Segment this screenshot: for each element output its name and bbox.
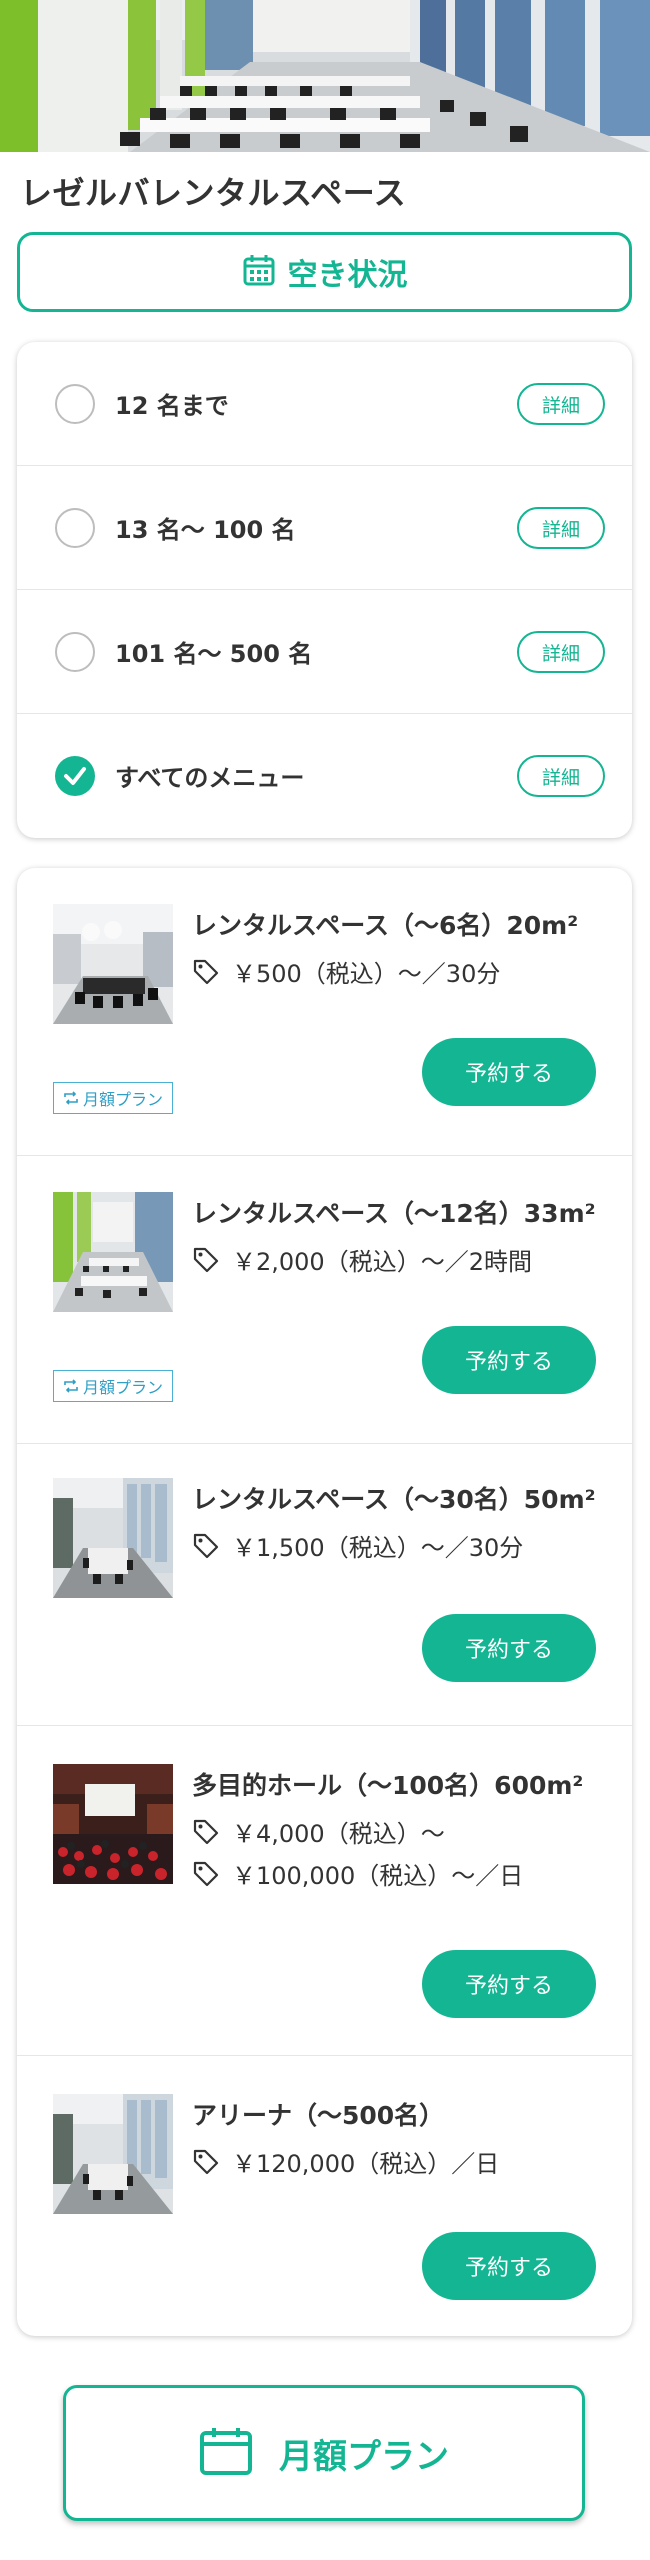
- availability-button[interactable]: 空き状況: [17, 232, 632, 312]
- price-tag-icon: [193, 1861, 219, 1886]
- check-icon: [64, 767, 86, 785]
- radio-button[interactable]: [55, 508, 95, 548]
- price-tag-icon: [193, 2149, 219, 2174]
- price-text: ￥4,000（税込）～: [232, 1820, 445, 1848]
- monthly-plan-tag: 月額プラン: [53, 1082, 173, 1114]
- menu-item-photo: [53, 904, 173, 1024]
- menu-item-title: レンタルスペース（～30名）50m²: [192, 1485, 596, 1514]
- price-tag-icon: [193, 1819, 219, 1844]
- calendar-icon: [242, 253, 276, 291]
- price-line: ￥500（税込）～／30分: [192, 954, 500, 989]
- menu-item[interactable]: レンタルスペース（～30名）50m² ￥1,500（税込）～／30分 予約する: [17, 1444, 632, 1726]
- price-tag-icon: [193, 1533, 219, 1558]
- monthly-plan-label: 月額プラン: [279, 2436, 449, 2477]
- plan-tag-label: 月額プラン: [82, 1090, 163, 1109]
- price-line: ￥4,000（税込）～: [192, 1814, 445, 1849]
- price-line: ￥100,000（税込）～／日: [192, 1856, 523, 1891]
- detail-button[interactable]: 詳細: [517, 755, 605, 797]
- hero-image: [0, 0, 650, 152]
- reserve-button[interactable]: 予約する: [422, 1326, 596, 1394]
- radio-button[interactable]: [55, 384, 95, 424]
- capacity-filter-list: 12 名まで 詳細 13 名～ 100 名 詳細 101 名～ 500 名 詳細…: [17, 342, 632, 838]
- price-line: ￥1,500（税込）～／30分: [192, 1528, 523, 1563]
- detail-button[interactable]: 詳細: [517, 631, 605, 673]
- price-text: ￥500（税込）～／30分: [232, 960, 501, 988]
- filter-option[interactable]: 101 名～ 500 名 詳細: [17, 590, 632, 714]
- reserve-button[interactable]: 予約する: [422, 1038, 596, 1106]
- menu-item[interactable]: 多目的ホール（～100名）600m² ￥4,000（税込）～ ￥100,000（…: [17, 1726, 632, 2056]
- filter-label: 13 名～ 100 名: [115, 516, 296, 544]
- price-text: ￥100,000（税込）～／日: [232, 1862, 524, 1890]
- monthly-plan-tag: 月額プラン: [53, 1370, 173, 1402]
- price-line: ￥120,000（税込）／日: [192, 2144, 499, 2179]
- detail-button[interactable]: 詳細: [517, 507, 605, 549]
- detail-button[interactable]: 詳細: [517, 383, 605, 425]
- menu-item-title: レンタルスペース（～6名）20m²: [192, 911, 579, 940]
- monthly-plan-button[interactable]: 月額プラン: [63, 2385, 585, 2521]
- menu-list: レンタルスペース（～6名）20m² ￥500（税込）～／30分 予約する 月額プ…: [17, 868, 632, 2336]
- menu-item[interactable]: レンタルスペース（～6名）20m² ￥500（税込）～／30分 予約する 月額プ…: [17, 868, 632, 1156]
- menu-item-title: 多目的ホール（～100名）600m²: [192, 1771, 584, 1800]
- menu-item-title: レンタルスペース（～12名）33m²: [192, 1199, 596, 1228]
- price-line: ￥2,000（税込）～／2時間: [192, 1242, 532, 1277]
- calendar-icon: [199, 2426, 253, 2480]
- reserve-button[interactable]: 予約する: [422, 1950, 596, 2018]
- menu-item[interactable]: アリーナ（～500名） ￥120,000（税込）／日 予約する: [17, 2056, 632, 2336]
- price-text: ￥120,000（税込）／日: [232, 2150, 500, 2178]
- filter-label: 12 名まで: [115, 392, 229, 420]
- price-text: ￥2,000（税込）～／2時間: [232, 1248, 532, 1276]
- availability-label: 空き状況: [287, 258, 408, 293]
- filter-label: 101 名～ 500 名: [115, 640, 313, 668]
- menu-item[interactable]: レンタルスペース（～12名）33m² ￥2,000（税込）～／2時間 予約する …: [17, 1156, 632, 1444]
- page-title: レゼルバレンタルスペース: [20, 174, 407, 212]
- price-tag-icon: [193, 1247, 219, 1272]
- menu-item-photo: [53, 2094, 173, 2214]
- filter-option[interactable]: 13 名～ 100 名 詳細: [17, 466, 632, 590]
- menu-item-photo: [53, 1192, 173, 1312]
- repeat-icon: [64, 1091, 78, 1105]
- filter-option[interactable]: すべてのメニュー 詳細: [17, 714, 632, 838]
- repeat-icon: [64, 1379, 78, 1393]
- reserve-button[interactable]: 予約する: [422, 2232, 596, 2300]
- radio-button-checked[interactable]: [55, 756, 95, 796]
- menu-item-photo: [53, 1764, 173, 1884]
- price-text: ￥1,500（税込）～／30分: [232, 1534, 524, 1562]
- menu-item-title: アリーナ（～500名）: [192, 2101, 445, 2130]
- price-tag-icon: [193, 959, 219, 984]
- reserve-button[interactable]: 予約する: [422, 1614, 596, 1682]
- filter-option[interactable]: 12 名まで 詳細: [17, 342, 632, 466]
- menu-item-photo: [53, 1478, 173, 1598]
- filter-label: すべてのメニュー: [115, 764, 305, 792]
- plan-tag-label: 月額プラン: [82, 1378, 163, 1397]
- radio-button[interactable]: [55, 632, 95, 672]
